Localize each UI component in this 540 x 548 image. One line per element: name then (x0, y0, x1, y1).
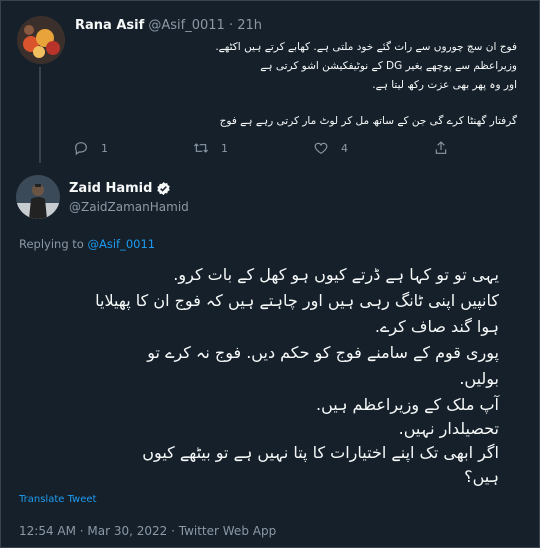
action-bar: 1 1 4 (1, 140, 540, 158)
avatar[interactable] (17, 16, 65, 64)
tweet-timestamp[interactable]: 12:54 AM · Mar 30, 2022 · Twitter Web Ap… (19, 524, 276, 538)
replying-to-label: Replying to (19, 237, 84, 251)
share-button[interactable] (433, 140, 449, 156)
tweet-text-line: بولیں. (459, 369, 499, 388)
tweet-text-line: فوج ان سچ چوروں سے رات گئے خود ملتی ہے. … (215, 41, 517, 53)
separator: · (228, 18, 234, 33)
author-handle[interactable]: @Asif_0011 (148, 18, 224, 33)
verified-badge-icon (157, 181, 171, 196)
tweet-text-line: وزیراعظم سے پوچھے بغیر DG کے نوٹیفکیشن ا… (260, 60, 517, 72)
retweet-icon (193, 143, 209, 153)
tweet-text-line: تحصیلدار نہیں. (398, 419, 499, 438)
tweet-text-line: اور وہ پھر بھی عزت رکھ لیتا ہے. (372, 79, 517, 91)
like-button[interactable]: 4 (313, 140, 348, 156)
tweet-text-line: پوری قوم کے سامنے فوج کو حکم دیں. فوج نہ… (147, 343, 499, 362)
replying-to-link[interactable]: @Asif_0011 (88, 237, 156, 251)
author-handle[interactable]: @ZaidZamanHamid (69, 200, 189, 214)
heart-icon (314, 142, 328, 155)
tweet-thread: Rana Asif @Asif_0011 · 21h فوج ان سچ چور… (0, 0, 540, 548)
author-name[interactable]: Zaid Hamid (69, 181, 152, 196)
tweet-text-line: آپ ملک کے وزیراعظم ہیں. (316, 395, 499, 414)
share-icon (435, 141, 447, 154)
avatar[interactable] (16, 175, 60, 219)
tweet-text-line: ہوا گند صاف کرے. (374, 317, 499, 336)
author-name-row[interactable]: Zaid Hamid (69, 181, 171, 196)
tweet-text-line: ہیں؟ (464, 467, 499, 486)
translate-tweet-link[interactable]: Translate Tweet (19, 494, 96, 505)
reply-button[interactable]: 1 (73, 140, 108, 156)
like-count: 4 (341, 141, 348, 155)
parent-tweet-header: Rana Asif @Asif_0011 · 21h (75, 18, 262, 33)
tweet-text-line: اگر ابھی تک اپنے اختیارات کا پتا نہیں ہے… (142, 443, 499, 462)
tweet-text-line: گرفتار گھنٹا کرے گی جن کے ساتھ مل کر لوٹ… (219, 115, 517, 127)
retweet-button[interactable]: 1 (193, 140, 228, 156)
tweet-text-line: کانپیں اپنی ٹانگ رہی ہیں اور چاہتے ہیں ک… (95, 291, 499, 310)
retweet-count: 1 (221, 141, 228, 155)
author-name[interactable]: Rana Asif (75, 18, 144, 33)
parent-tweet[interactable]: Rana Asif @Asif_0011 · 21h فوج ان سچ چور… (1, 1, 540, 163)
reply-count: 1 (101, 141, 108, 155)
tweet-text-line: یہی تو تو کہا ہے ڈرتے کیوں ہو کھل کے بات… (173, 265, 499, 284)
time-ago[interactable]: 21h (237, 18, 262, 33)
reply-icon (75, 142, 87, 156)
replying-to: Replying to @Asif_0011 (19, 237, 155, 251)
